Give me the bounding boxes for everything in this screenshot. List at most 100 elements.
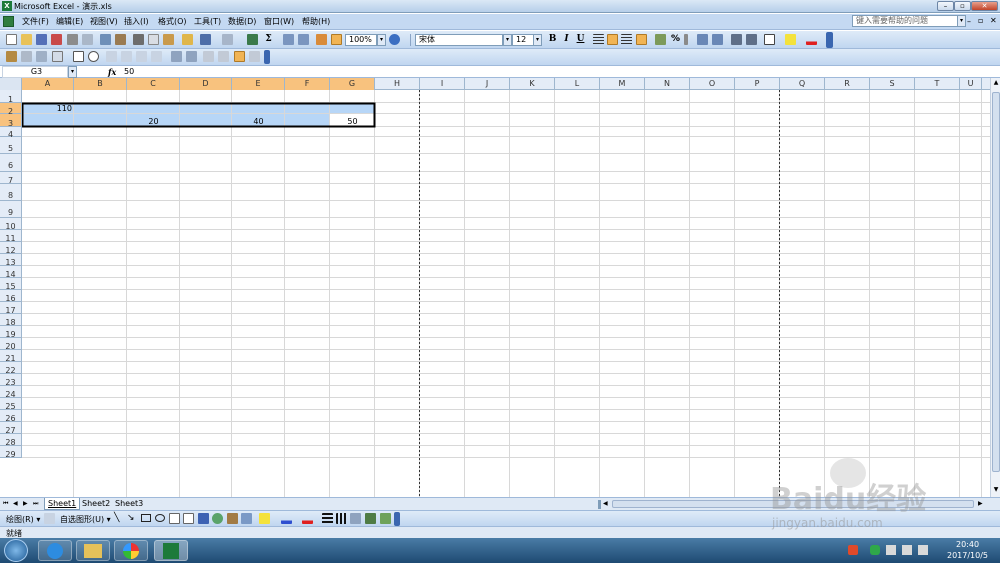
select-all-button[interactable]	[0, 78, 22, 90]
insert-function-button[interactable]: fx	[108, 67, 116, 77]
row-header-14[interactable]: 14	[0, 266, 22, 279]
hyperlink-icon[interactable]	[247, 34, 258, 45]
zoom-dropdown-icon[interactable]: ▾	[377, 34, 386, 46]
row-header-25[interactable]: 25	[0, 398, 22, 411]
row-header-18[interactable]: 18	[0, 314, 22, 327]
clipart-icon[interactable]	[227, 513, 238, 524]
column-header-n[interactable]: N	[645, 78, 690, 90]
undo-icon[interactable]	[200, 34, 211, 45]
column-header-k[interactable]: K	[510, 78, 555, 90]
taskbar-excel[interactable]	[154, 540, 188, 561]
control-properties-icon[interactable]	[203, 51, 214, 62]
column-header-p[interactable]: P	[735, 78, 780, 90]
align-right-icon[interactable]	[621, 34, 632, 45]
shadow-style-icon[interactable]	[365, 513, 376, 524]
oval-icon[interactable]	[155, 514, 165, 522]
row-header-3[interactable]: 3	[0, 114, 22, 128]
row-header-6[interactable]: 6	[0, 154, 22, 172]
fill-color-draw-icon[interactable]	[259, 513, 270, 524]
help-icon[interactable]	[389, 34, 400, 45]
print-icon[interactable]	[67, 34, 78, 45]
menu-file[interactable]: 文件(F)	[22, 16, 49, 27]
arrow-style-icon[interactable]	[350, 513, 361, 524]
font-color-icon[interactable]	[806, 34, 817, 45]
forms-toolbar-options-icon[interactable]	[264, 50, 270, 64]
menu-help[interactable]: 帮助(H)	[302, 16, 330, 27]
increase-decimal-icon[interactable]	[697, 34, 708, 45]
minimize-button[interactable]: –	[937, 1, 954, 11]
cell-c3[interactable]: 20	[127, 117, 180, 126]
column-header-h[interactable]: H	[375, 78, 420, 90]
volume-tray-icon[interactable]	[902, 545, 912, 555]
spinner-icon[interactable]	[186, 51, 197, 62]
paste-icon[interactable]	[163, 34, 174, 45]
currency-icon[interactable]	[655, 34, 666, 45]
tab-sheet1[interactable]: Sheet1	[44, 498, 81, 510]
row-header-24[interactable]: 24	[0, 386, 22, 399]
align-center-icon[interactable]	[607, 34, 618, 45]
drawing-toggle-icon[interactable]	[331, 34, 342, 45]
row-header-17[interactable]: 17	[0, 302, 22, 315]
scroll-left-arrow-icon[interactable]: ◀	[603, 500, 608, 507]
zoom-input[interactable]: 100%	[345, 34, 377, 46]
column-header-l[interactable]: L	[555, 78, 600, 90]
underline-button[interactable]: U	[574, 33, 587, 46]
combo-dropdown-icon[interactable]	[151, 51, 162, 62]
scroll-right-arrow-icon[interactable]: ▶	[978, 500, 983, 507]
vertical-scroll-thumb[interactable]	[992, 92, 1000, 472]
menu-data[interactable]: 数据(D)	[228, 16, 256, 27]
menu-window[interactable]: 窗口(W)	[264, 16, 294, 27]
chart-wizard-icon[interactable]	[316, 34, 327, 45]
menu-insert[interactable]: 插入(I)	[124, 16, 149, 27]
decrease-indent-icon[interactable]	[731, 34, 742, 45]
formula-input[interactable]: 50	[124, 67, 134, 76]
autoshapes-menu[interactable]: 自选图形(U) ▾	[60, 514, 111, 525]
scroll-up-arrow-icon[interactable]: ▲	[992, 79, 1000, 87]
prev-sheet-arrow-icon[interactable]: ◀	[13, 500, 18, 507]
column-header-m[interactable]: M	[600, 78, 645, 90]
sort-descending-icon[interactable]	[298, 34, 309, 45]
open-icon[interactable]	[21, 34, 32, 45]
option-button-icon[interactable]	[88, 51, 99, 62]
row-header-23[interactable]: 23	[0, 374, 22, 387]
row-header-21[interactable]: 21	[0, 350, 22, 363]
menu-view[interactable]: 视图(V)	[90, 16, 118, 27]
scrollbar-control-icon[interactable]	[171, 51, 182, 62]
merge-center-icon[interactable]	[636, 34, 647, 45]
row-header-1[interactable]: 1	[0, 90, 22, 104]
font-name-input[interactable]: 宋体	[415, 34, 503, 46]
scroll-down-arrow-icon[interactable]: ▼	[992, 486, 1000, 494]
sort-ascending-icon[interactable]	[283, 34, 294, 45]
column-header-o[interactable]: O	[690, 78, 735, 90]
cell-e3[interactable]: 40	[232, 117, 285, 126]
start-button[interactable]	[4, 539, 28, 562]
taskbar-ie[interactable]	[38, 540, 72, 561]
line-icon[interactable]: ╲	[114, 513, 119, 523]
column-header-r[interactable]: R	[825, 78, 870, 90]
row-header-22[interactable]: 22	[0, 362, 22, 375]
comma-style-icon[interactable]	[684, 34, 688, 45]
column-header-c[interactable]: C	[127, 78, 180, 90]
print-preview-icon[interactable]	[82, 34, 93, 45]
italic-button[interactable]: I	[560, 33, 573, 46]
cell-g3[interactable]: 50	[330, 117, 375, 126]
tab-sheet3[interactable]: Sheet3	[112, 499, 146, 510]
font-color-draw-icon[interactable]	[302, 513, 313, 524]
button-control-icon[interactable]	[52, 51, 63, 62]
permission-icon[interactable]	[51, 34, 62, 45]
font-name-dropdown-icon[interactable]: ▾	[503, 34, 512, 46]
wordart-icon[interactable]	[198, 513, 209, 524]
row-header-26[interactable]: 26	[0, 410, 22, 423]
rectangle-icon[interactable]	[141, 514, 151, 522]
vertical-scrollbar[interactable]: ▲ ▼	[990, 78, 1000, 497]
tab-split-handle[interactable]	[598, 500, 601, 509]
menu-format[interactable]: 格式(O)	[158, 16, 187, 27]
label-icon[interactable]	[6, 51, 17, 62]
row-header-28[interactable]: 28	[0, 434, 22, 447]
column-header-g[interactable]: G	[330, 78, 375, 90]
bold-button[interactable]: B	[546, 33, 559, 46]
signal-tray-icon[interactable]	[918, 545, 928, 555]
dash-style-icon[interactable]	[336, 513, 347, 524]
copy-icon[interactable]	[148, 34, 159, 45]
column-header-b[interactable]: B	[74, 78, 127, 90]
